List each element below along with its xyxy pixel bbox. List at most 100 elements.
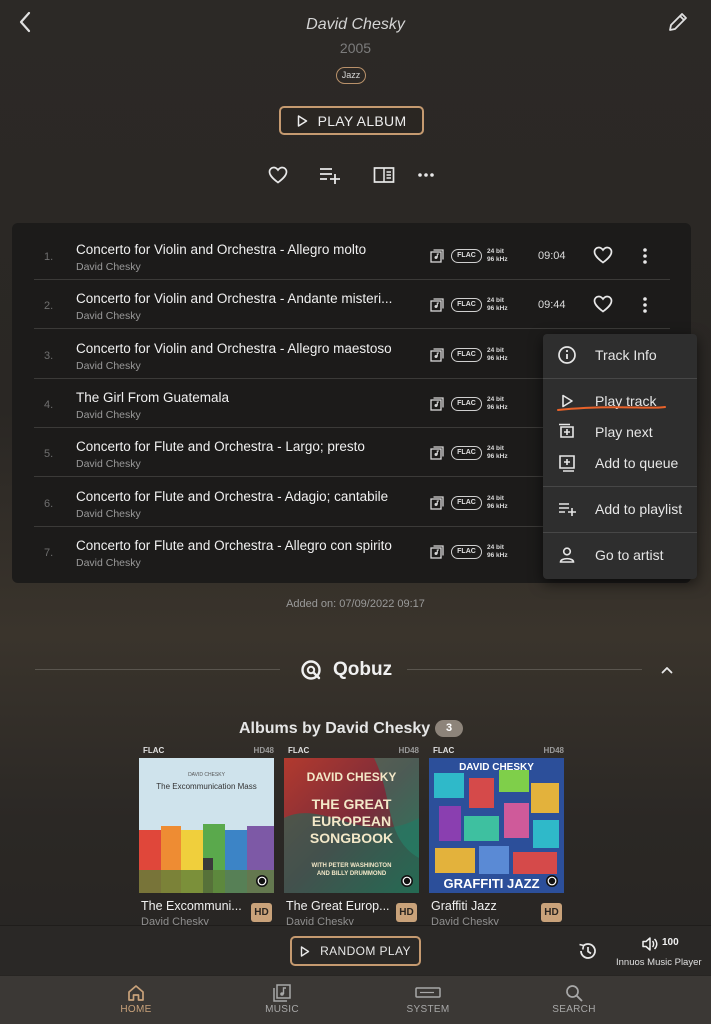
home-icon — [126, 983, 146, 1003]
album-title[interactable]: Graffiti Jazz — [431, 899, 539, 913]
album-artist[interactable]: David Chesky — [0, 16, 711, 34]
format-badge: FLAC — [451, 446, 482, 461]
album-cover[interactable]: DAVID CHESKY THE GREAT EUROPEAN SONGBOOK… — [284, 758, 419, 893]
cover-artist-text: DAVID CHESKY — [459, 762, 534, 773]
cover-title-text: The Excommunication Mass — [156, 782, 257, 791]
track-artist[interactable]: David Chesky — [76, 557, 141, 569]
more-options-icon[interactable] — [413, 162, 439, 188]
track-duration: 09:04 — [538, 250, 566, 262]
track-row[interactable]: 2. Concerto for Violin and Orchestra - An… — [34, 280, 670, 330]
qobuz-logo-icon — [300, 659, 322, 681]
album-title[interactable]: The Excommuni... — [141, 899, 249, 913]
album-format: FLAC — [433, 746, 455, 755]
favorite-track-icon[interactable] — [593, 246, 613, 266]
track-artist[interactable]: David Chesky — [76, 508, 141, 520]
system-icon — [415, 983, 441, 1003]
history-icon[interactable] — [577, 940, 599, 962]
track-title[interactable]: Concerto for Violin and Orchestra - Anda… — [76, 291, 392, 306]
bit-depth: 24 bit — [487, 543, 504, 551]
nav-music[interactable]: MUSIC — [222, 976, 342, 1024]
play-album-button[interactable]: PLAY ALBUM — [279, 106, 424, 135]
quality-label: 24 bit 96 kHz — [487, 248, 508, 264]
menu-item-track-info[interactable]: Track Info — [543, 340, 697, 370]
nav-search[interactable]: SEARCH — [514, 976, 634, 1024]
track-context-menu: Track Info Play track Play next Add to q… — [543, 334, 697, 579]
menu-item-add-to-playlist[interactable]: Add to playlist — [543, 494, 697, 524]
cover-title-line: SONGBOOK — [309, 830, 394, 846]
chevron-up-icon[interactable] — [659, 662, 675, 678]
track-artist[interactable]: David Chesky — [76, 458, 141, 470]
hd-badge: HD — [251, 903, 272, 922]
info-icon — [557, 345, 577, 365]
quality-label: 24 bit 96 kHz — [487, 297, 508, 313]
add-to-playlist-icon[interactable] — [317, 162, 343, 188]
nav-system[interactable]: SYSTEM — [368, 976, 488, 1024]
track-artist[interactable]: David Chesky — [76, 310, 141, 322]
track-number: 3. — [44, 349, 54, 362]
format-badge: FLAC — [451, 544, 482, 559]
library-track-icon — [430, 249, 444, 263]
track-number: 2. — [44, 300, 54, 313]
bit-depth: 24 bit — [487, 395, 504, 403]
sample-rate: 96 kHz — [487, 256, 508, 263]
add-to-playlist-icon — [557, 499, 577, 519]
quality-label: 24 bit 96 kHz — [487, 396, 508, 412]
nav-label: HOME — [120, 1004, 152, 1015]
track-artist[interactable]: David Chesky — [76, 409, 141, 421]
favorite-album-icon[interactable] — [265, 162, 291, 188]
format-badge: FLAC — [451, 249, 482, 263]
track-more-icon[interactable] — [638, 246, 652, 266]
menu-item-add-to-queue[interactable]: Add to queue — [543, 448, 697, 478]
cover-title-line: THE GREAT — [311, 796, 392, 812]
bit-depth: 24 bit — [487, 346, 504, 354]
library-track-icon — [430, 495, 444, 510]
track-number: 5. — [44, 448, 54, 461]
cover-subtitle-line: WITH PETER WASHINGTON — [311, 863, 392, 869]
track-row[interactable]: 1. Concerto for Violin and Orchestra - Al… — [34, 231, 670, 280]
music-library-icon — [272, 983, 292, 1003]
track-title[interactable]: The Girl From Guatemala — [76, 390, 229, 405]
album-title[interactable]: The Great Europ... — [286, 899, 394, 913]
albums-section-title: Albums by David Chesky — [239, 720, 431, 737]
track-title[interactable]: Concerto for Violin and Orchestra - Alle… — [76, 341, 392, 356]
track-title[interactable]: Concerto for Flute and Orchestra - Largo… — [76, 439, 365, 454]
favorite-track-icon[interactable] — [593, 295, 613, 315]
album-info-icon[interactable] — [371, 162, 397, 188]
play-album-label: PLAY ALBUM — [317, 112, 407, 129]
track-title[interactable]: Concerto for Violin and Orchestra - Alle… — [76, 242, 366, 257]
cover-artist-text: DAVID CHESKY — [188, 772, 225, 778]
divider — [35, 669, 280, 670]
volume-icon[interactable] — [641, 935, 659, 953]
quality-label: 24 bit 96 kHz — [487, 495, 508, 511]
output-device[interactable]: Innuos Music Player — [616, 957, 702, 968]
album-cover[interactable]: DAVID CHESKY The Excommunication Mass — [139, 758, 274, 893]
library-track-icon — [430, 446, 444, 460]
search-icon — [564, 983, 584, 1003]
nav-label: SYSTEM — [406, 1004, 450, 1015]
sample-rate: 96 kHz — [487, 551, 508, 559]
nav-label: SEARCH — [552, 1004, 596, 1015]
genre-tag[interactable]: Jazz — [336, 67, 366, 84]
album-cover[interactable]: DAVID CHESKY GRAFFITI JAZZ — [429, 758, 564, 893]
quality-label: 24 bit 96 kHz — [487, 544, 508, 560]
track-number: 6. — [44, 497, 54, 510]
track-artist[interactable]: David Chesky — [76, 261, 141, 273]
track-artist[interactable]: David Chesky — [76, 360, 141, 372]
track-number: 7. — [44, 546, 54, 559]
qobuz-title: Qobuz — [333, 659, 393, 680]
cover-title-line: EUROPEAN — [311, 813, 392, 829]
hd-badge: HD — [541, 903, 562, 922]
menu-item-go-to-artist[interactable]: Go to artist — [543, 540, 697, 570]
sample-rate: 96 kHz — [487, 305, 508, 313]
album-quality: HD48 — [253, 746, 274, 755]
track-number: 4. — [44, 398, 54, 411]
nav-home[interactable]: HOME — [76, 976, 196, 1024]
menu-label-add-to-playlist: Add to playlist — [595, 501, 683, 517]
library-track-icon — [430, 545, 444, 559]
menu-item-play-next[interactable]: Play next — [543, 417, 697, 447]
random-play-button[interactable]: RANDOM PLAY — [290, 936, 421, 966]
track-title[interactable]: Concerto for Flute and Orchestra - Alleg… — [76, 538, 392, 553]
track-title[interactable]: Concerto for Flute and Orchestra - Adagi… — [76, 489, 388, 504]
library-track-icon — [430, 397, 444, 411]
track-more-icon[interactable] — [638, 295, 652, 315]
